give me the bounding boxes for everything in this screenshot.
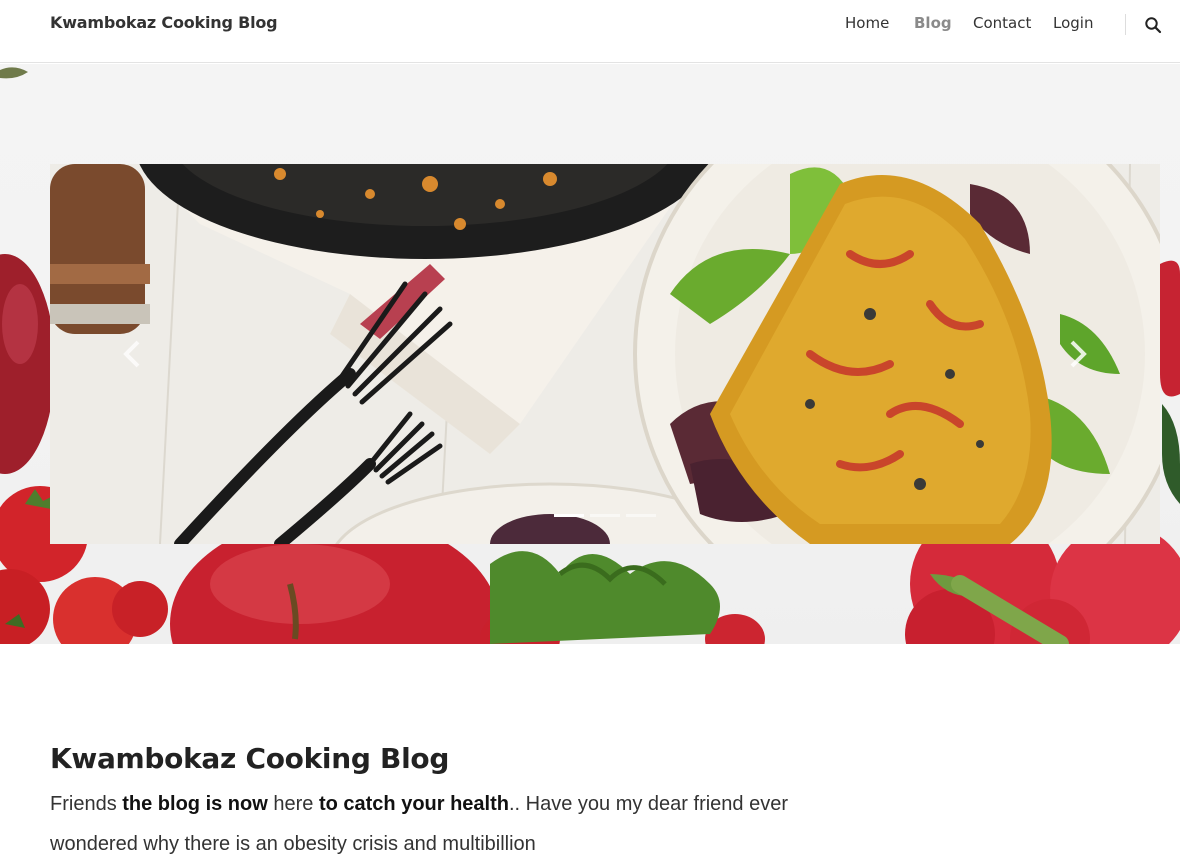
intro-bold-2: to catch your health: [318, 793, 509, 815]
intro-bold-1: the blog is now: [122, 793, 268, 815]
blog-intro-section: Kwambokaz Cooking Blog Friends the blog …: [50, 740, 810, 864]
carousel-slide-image: [50, 164, 1160, 544]
nav-home-link[interactable]: Home: [845, 14, 889, 32]
nav-contact-link[interactable]: Contact: [973, 14, 1031, 32]
carousel-indicator-2[interactable]: [590, 514, 620, 517]
carousel-next-arrow-icon[interactable]: [1062, 334, 1092, 374]
blog-title: Kwambokaz Cooking Blog: [50, 742, 450, 775]
carousel-prev-arrow-icon[interactable]: [118, 334, 148, 374]
navbar: Kwambokaz Cooking Blog Home Blog Contact…: [0, 0, 1180, 63]
carousel-indicator-1[interactable]: [554, 514, 584, 517]
carousel-indicator-3[interactable]: [626, 514, 656, 517]
nav-divider: [1125, 14, 1126, 35]
search-icon[interactable]: [1144, 16, 1162, 34]
intro-text-1: Friends: [50, 793, 123, 815]
nav-login-link[interactable]: Login: [1053, 14, 1093, 32]
hero-section: [0, 64, 1180, 644]
brand-link[interactable]: Kwambokaz Cooking Blog: [50, 13, 278, 32]
carousel-indicators: [554, 514, 664, 518]
intro-text-2: here: [267, 793, 319, 815]
image-carousel[interactable]: [50, 164, 1160, 544]
nav-blog-link[interactable]: Blog: [914, 14, 952, 32]
blog-intro-text: Friends the blog is now here to catch yo…: [50, 784, 790, 864]
